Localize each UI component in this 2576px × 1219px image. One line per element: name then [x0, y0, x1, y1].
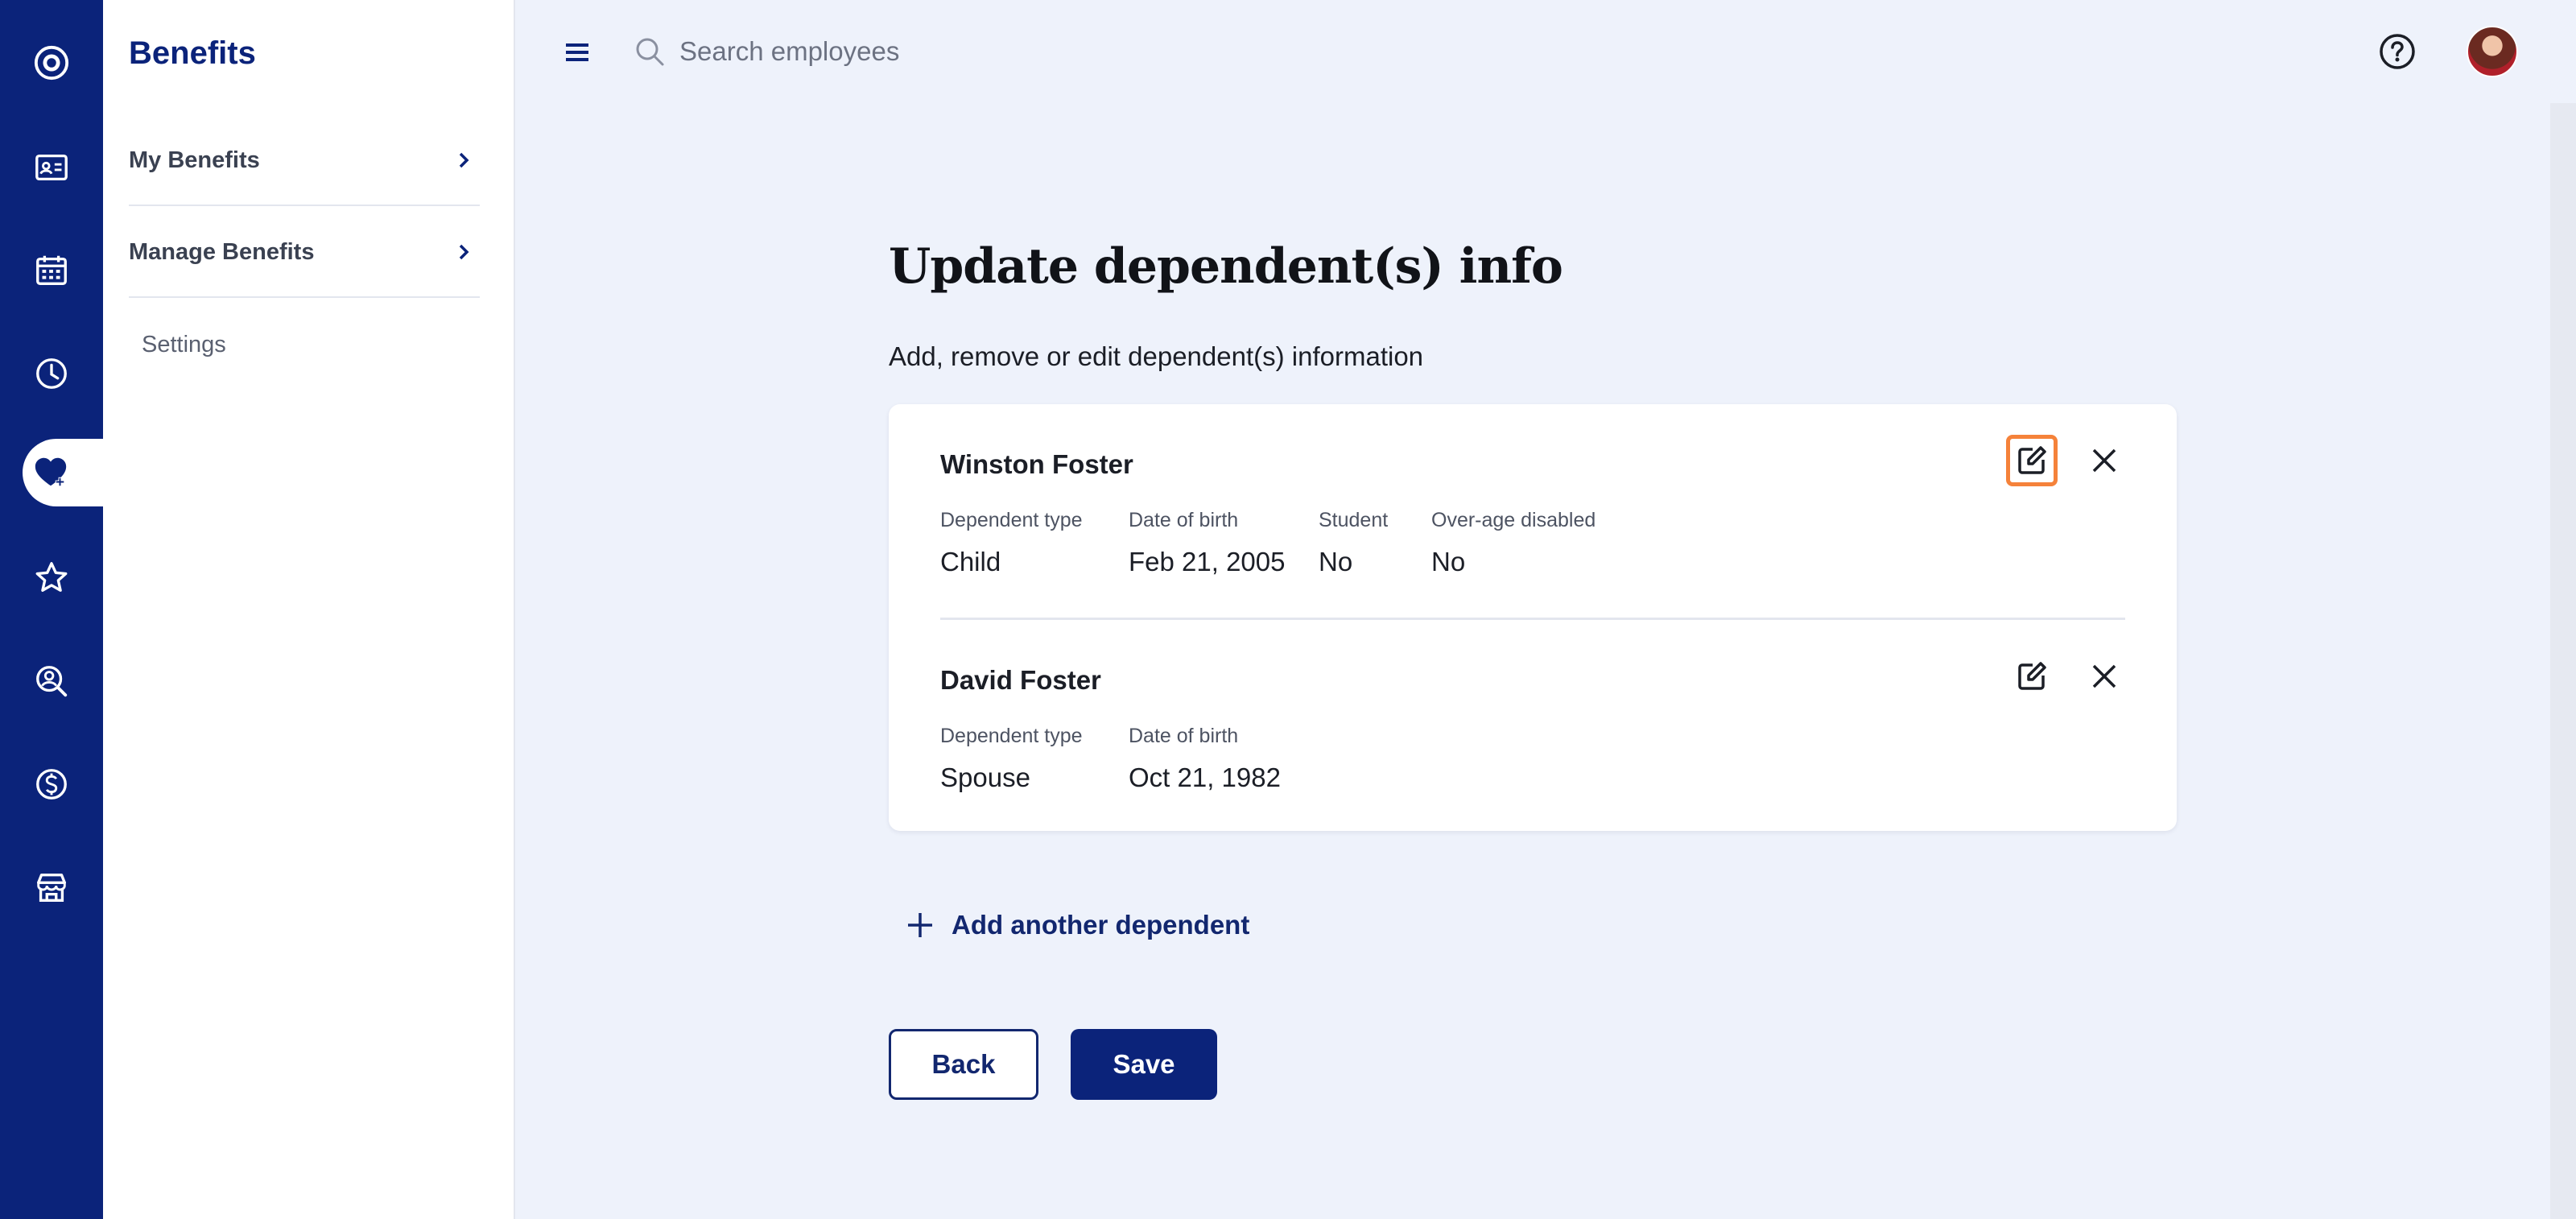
- help-icon[interactable]: [2378, 32, 2417, 71]
- subnav-title: Benefits: [129, 35, 256, 71]
- subnav-item-label: Manage Benefits: [129, 238, 315, 265]
- field-value: Child: [940, 547, 1001, 576]
- field-value: Feb 21, 2005: [1129, 547, 1286, 576]
- close-icon: [2092, 664, 2116, 688]
- icon-rail: [0, 0, 103, 1219]
- close-icon: [2092, 448, 2116, 473]
- divider: [940, 618, 2125, 620]
- chevron-right-icon: [459, 152, 469, 168]
- plus-icon: [908, 913, 932, 937]
- scrollbar[interactable]: [2550, 103, 2576, 1219]
- edit-dependent-button[interactable]: [2006, 435, 2058, 486]
- edit-icon: [2018, 446, 2046, 474]
- star-icon[interactable]: [0, 527, 103, 630]
- search-input[interactable]: [679, 36, 1179, 67]
- dependents-card: Winston Foster Dependent type Child Date…: [889, 404, 2177, 831]
- field-value: No: [1431, 547, 1466, 576]
- field-label: Over-age disabled: [1431, 509, 1596, 531]
- over-age-disabled-field: Over-age disabled No: [1431, 509, 1596, 577]
- field-value: Oct 21, 1982: [1129, 762, 1281, 792]
- dollar-icon[interactable]: [0, 733, 103, 836]
- avatar[interactable]: [2467, 26, 2518, 77]
- field-label: Dependent type: [940, 725, 1083, 747]
- field-label: Dependent type: [940, 509, 1083, 531]
- date-of-birth-field: Date of birth Feb 21, 2005: [1129, 509, 1286, 577]
- remove-dependent-button[interactable]: [2079, 435, 2130, 486]
- dependent-type-field: Dependent type Spouse: [940, 725, 1083, 793]
- remove-dependent-button[interactable]: [2079, 651, 2130, 702]
- clock-icon[interactable]: [0, 322, 103, 425]
- page-title: Update dependent(s) info: [889, 238, 1563, 295]
- subnav-item-label: My Benefits: [129, 147, 260, 173]
- back-button[interactable]: Back: [889, 1029, 1038, 1100]
- benefits-subnav: Benefits My Benefits Manage Benefits Set…: [103, 0, 515, 1219]
- dependent-name: Winston Foster: [940, 449, 1133, 479]
- logo-icon[interactable]: [0, 11, 103, 114]
- hamburger-menu-icon[interactable]: [564, 39, 591, 66]
- subnav-item-my-benefits[interactable]: My Benefits: [129, 116, 480, 206]
- calendar-icon[interactable]: [0, 219, 103, 322]
- edit-dependent-button[interactable]: [2006, 651, 2058, 702]
- field-label: Date of birth: [1129, 725, 1239, 747]
- subnav-item-settings[interactable]: Settings: [142, 332, 226, 358]
- field-label: Student: [1319, 509, 1389, 531]
- field-value: Spouse: [940, 762, 1030, 792]
- page-subtitle: Add, remove or edit dependent(s) informa…: [889, 341, 1424, 371]
- store-icon[interactable]: [0, 836, 103, 939]
- subnav-item-manage-benefits[interactable]: Manage Benefits: [129, 208, 480, 298]
- date-of-birth-field: Date of birth Oct 21, 1982: [1129, 725, 1281, 793]
- dependent-type-field: Dependent type Child: [940, 509, 1083, 577]
- field-label: Date of birth: [1129, 509, 1239, 531]
- chevron-right-icon: [459, 244, 469, 260]
- add-dependent-label: Add another dependent: [952, 910, 1250, 940]
- heart-plus-icon[interactable]: [23, 439, 103, 506]
- add-dependent-button[interactable]: Add another dependent: [905, 910, 1249, 940]
- field-value: No: [1319, 547, 1353, 576]
- search-bar: [634, 31, 1198, 72]
- search-icon: [636, 38, 664, 66]
- save-button[interactable]: Save: [1071, 1029, 1217, 1100]
- edit-icon: [2018, 662, 2046, 690]
- dependent-name: David Foster: [940, 665, 1101, 695]
- student-field: Student No: [1319, 509, 1388, 577]
- person-search-icon[interactable]: [0, 630, 103, 733]
- id-card-icon[interactable]: [0, 116, 103, 219]
